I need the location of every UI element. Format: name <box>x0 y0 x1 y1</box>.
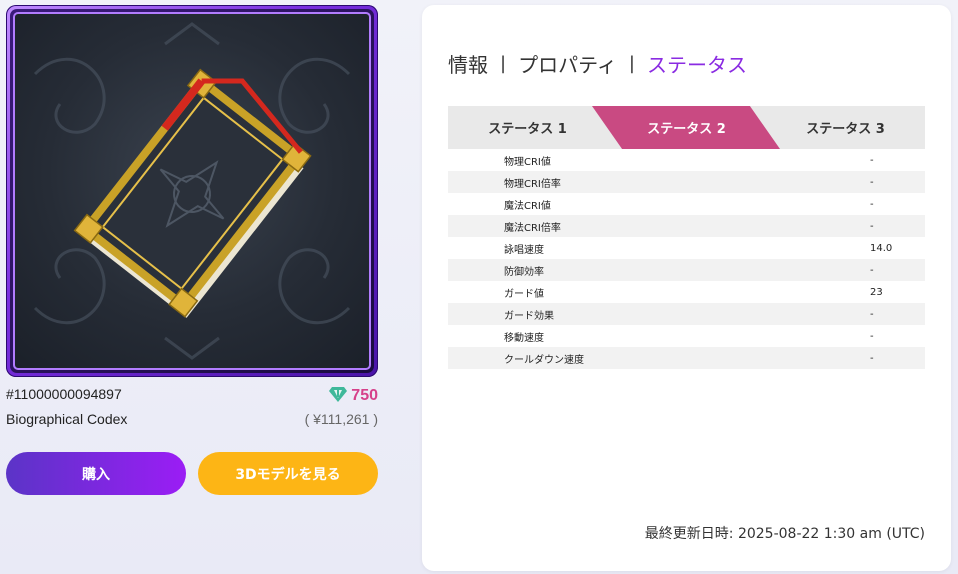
stat-label: 魔法CRI倍率 <box>504 222 561 234</box>
table-row: 物理CRI倍率 - <box>448 171 925 193</box>
status-subtabs: ステータス 1 ステータス 2 ステータス 3 <box>448 106 925 149</box>
stat-value: - <box>870 154 874 166</box>
subtab-status-3[interactable]: ステータス 3 <box>766 106 925 149</box>
tab-properties[interactable]: プロパティ <box>518 49 617 78</box>
stat-value: - <box>870 308 874 320</box>
stat-value: - <box>870 352 874 364</box>
item-image <box>13 12 371 370</box>
stat-label: 魔法CRI値 <box>504 200 551 212</box>
stat-label: 防御効率 <box>504 266 544 278</box>
stat-value: - <box>870 176 874 188</box>
last-updated: 最終更新日時: 2025-08-22 1:30 am (UTC) <box>644 526 925 542</box>
codex-icon <box>33 22 351 360</box>
tab-separator: | <box>500 53 507 74</box>
gem-icon <box>329 386 348 406</box>
stat-value: 14.0 <box>870 242 893 254</box>
table-row: クールダウン速度 - <box>448 347 925 369</box>
table-row: 詠唱速度 14.0 <box>448 237 925 259</box>
tab-info[interactable]: 情報 <box>448 49 488 78</box>
stat-label: ガード効果 <box>504 310 554 322</box>
status-table: 物理CRI値 - 物理CRI倍率 - 魔法CRI値 - 魔法CRI倍率 - 詠唱… <box>448 149 925 369</box>
view-3d-model-button[interactable]: 3Dモデルを見る <box>198 452 378 495</box>
stat-label: 物理CRI値 <box>504 156 551 168</box>
detail-panel: 情報 | プロパティ | ステータス ステータス 1 ステータス 2 ステータス… <box>422 5 951 571</box>
table-row: ガード効果 - <box>448 303 925 325</box>
stat-label: ガード値 <box>504 288 544 300</box>
subtab-status-2[interactable]: ステータス 2 <box>607 106 766 149</box>
stat-label: 物理CRI倍率 <box>504 178 561 190</box>
price-jpy: ( ¥111,261 ) <box>304 411 378 427</box>
stat-label: 詠唱速度 <box>504 244 544 256</box>
stat-value: - <box>870 264 874 276</box>
item-name: Biographical Codex <box>6 411 128 427</box>
item-price: 750 <box>329 386 378 406</box>
price-value: 750 <box>351 387 378 404</box>
tab-separator: | <box>628 53 635 74</box>
item-id: #11000000094897 <box>6 386 122 402</box>
stat-value: - <box>870 330 874 342</box>
stat-label: クールダウン速度 <box>504 354 584 366</box>
subtab-status-1[interactable]: ステータス 1 <box>448 106 607 149</box>
table-row: 魔法CRI倍率 - <box>448 215 925 237</box>
detail-tabs: 情報 | プロパティ | ステータス <box>448 49 747 78</box>
table-row: ガード値 23 <box>448 281 925 303</box>
stat-value: 23 <box>870 286 883 298</box>
stat-value: - <box>870 220 874 232</box>
table-row: 魔法CRI値 - <box>448 193 925 215</box>
table-row: 物理CRI値 - <box>448 149 925 171</box>
buy-button[interactable]: 購入 <box>6 452 186 495</box>
tab-status[interactable]: ステータス <box>647 49 747 78</box>
stat-value: - <box>870 198 874 210</box>
table-row: 防御効率 - <box>448 259 925 281</box>
stat-label: 移動速度 <box>504 332 544 344</box>
table-row: 移動速度 - <box>448 325 925 347</box>
item-image-frame <box>6 5 378 377</box>
